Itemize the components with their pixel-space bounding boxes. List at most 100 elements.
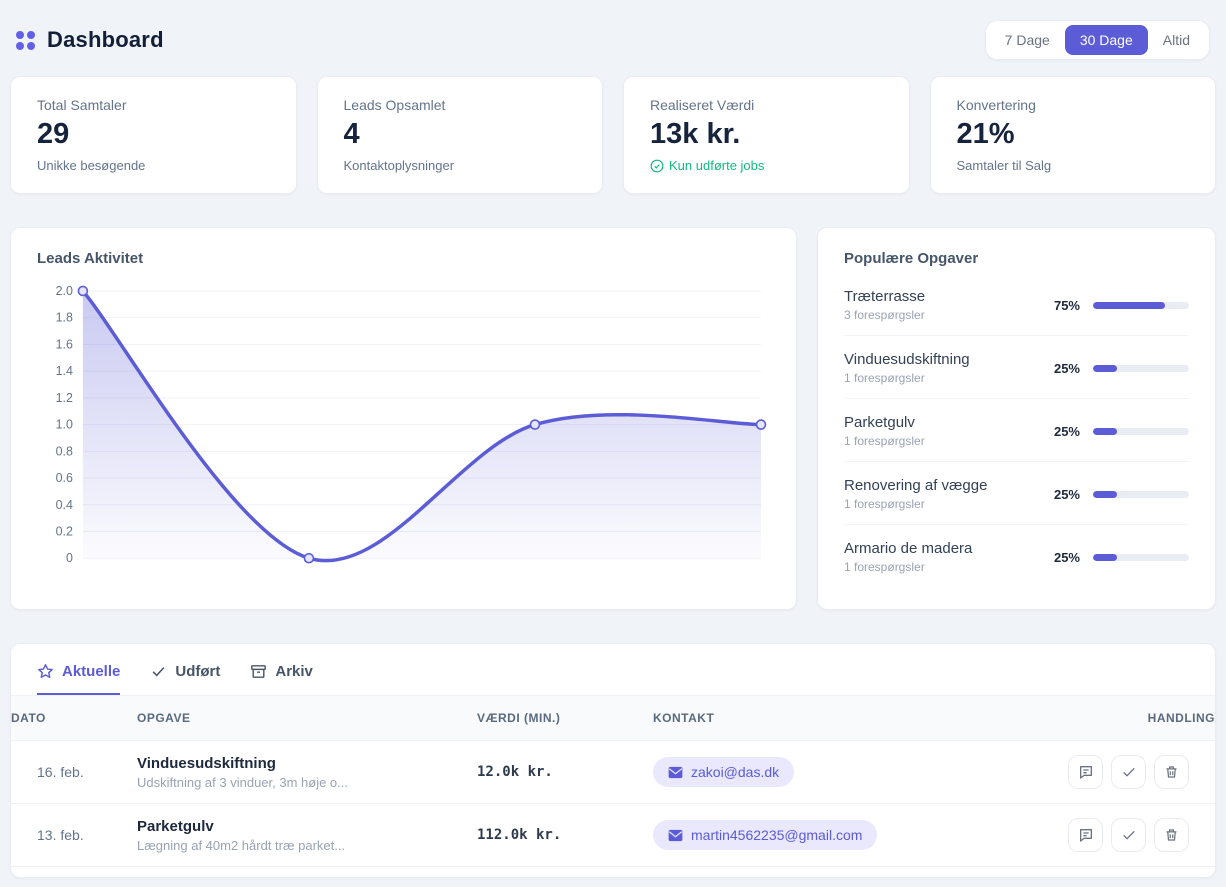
contact-email-pill[interactable]: martin4562235@gmail.com bbox=[653, 820, 877, 850]
stat-subtext: Kontaktoplysninger bbox=[344, 158, 577, 173]
tasks-table: DATO OPGAVE VÆRDI (MIN.) KONTAKT HANDLIN… bbox=[11, 696, 1215, 867]
tab-udført[interactable]: Udført bbox=[150, 663, 220, 695]
time-filter-7-dage[interactable]: 7 Dage bbox=[990, 25, 1065, 55]
delete-button[interactable] bbox=[1154, 755, 1189, 789]
popular-task-stats: 25% bbox=[1046, 361, 1189, 376]
archive-icon bbox=[250, 663, 267, 680]
leads-activity-card: Leads Aktivitet 2.01.81.61.41.21.00.80.6… bbox=[10, 227, 797, 610]
popular-task-info: Parketgulv 1 forespørgsler bbox=[844, 414, 925, 448]
popular-task-name: Parketgulv bbox=[844, 414, 925, 431]
chart-ytick-label: 0.8 bbox=[56, 444, 73, 458]
popular-tasks-list: Træterrasse 3 forespørgsler 75% Vinduesu… bbox=[844, 273, 1189, 587]
page-title: Dashboard bbox=[47, 27, 164, 53]
chart-ytick-label: 1.4 bbox=[56, 364, 73, 378]
envelope-icon bbox=[668, 829, 683, 842]
tab-aktuelle[interactable]: Aktuelle bbox=[37, 663, 120, 695]
stat-subtext-label: Samtaler til Salg bbox=[957, 158, 1052, 173]
stat-subtext: Samtaler til Salg bbox=[957, 158, 1190, 173]
chart-ytick-label: 0.6 bbox=[56, 471, 73, 485]
check-icon bbox=[1121, 827, 1137, 843]
stat-value: 29 bbox=[37, 118, 270, 151]
stat-subtext: Kun udførte jobs bbox=[650, 158, 883, 173]
tasks-tabs: Aktuelle Udført Arkiv bbox=[11, 644, 1215, 696]
message-icon bbox=[1078, 827, 1094, 843]
popular-task-stats: 75% bbox=[1046, 298, 1189, 313]
check-circle-icon bbox=[650, 159, 664, 173]
chart-ytick-label: 0.2 bbox=[56, 524, 73, 538]
row-actions bbox=[1065, 818, 1215, 852]
page-header: Dashboard 7 Dage30 DageAltid bbox=[10, 0, 1216, 76]
popular-task-item: Armario de madera 1 forespørgsler 25% bbox=[844, 525, 1189, 587]
popular-task-item: Vinduesudskiftning 1 forespørgsler 25% bbox=[844, 336, 1189, 399]
popular-task-name: Renovering af vægge bbox=[844, 477, 987, 494]
popular-task-info: Træterrasse 3 forespørgsler bbox=[844, 288, 925, 322]
complete-button[interactable] bbox=[1111, 818, 1146, 852]
popular-task-stats: 25% bbox=[1046, 487, 1189, 502]
popular-task-progressbar bbox=[1093, 428, 1189, 435]
row-actions bbox=[1065, 755, 1215, 789]
contact-email-pill[interactable]: zakoi@das.dk bbox=[653, 757, 794, 787]
column-header-vaerdi: VÆRDI (MIN.) bbox=[477, 696, 653, 740]
main-row: Leads Aktivitet 2.01.81.61.41.21.00.80.6… bbox=[10, 227, 1216, 610]
popular-task-name: Vinduesudskiftning bbox=[844, 351, 970, 368]
column-header-kontakt: KONTAKT bbox=[653, 696, 1065, 740]
stat-card: Total Samtaler 29 Unikke besøgende bbox=[10, 76, 297, 194]
column-header-dato: DATO bbox=[11, 696, 137, 740]
contact-email: martin4562235@gmail.com bbox=[691, 827, 862, 843]
time-filter-30-dage[interactable]: 30 Dage bbox=[1065, 25, 1148, 55]
contact-email: zakoi@das.dk bbox=[691, 764, 779, 780]
tab-label: Aktuelle bbox=[62, 663, 120, 680]
stat-label: Realiseret Værdi bbox=[650, 97, 883, 113]
chart-data-point bbox=[304, 554, 313, 563]
popular-tasks-card: Populære Opgaver Træterrasse 3 forespørg… bbox=[817, 227, 1216, 610]
cell-date: 16. feb. bbox=[11, 764, 137, 780]
complete-button[interactable] bbox=[1111, 755, 1146, 789]
chart-data-point bbox=[530, 420, 539, 429]
popular-task-name: Armario de madera bbox=[844, 540, 972, 557]
tasks-table-card: Aktuelle Udført Arkiv DATO OPGAVE VÆRDI (M… bbox=[10, 643, 1216, 878]
delete-button[interactable] bbox=[1154, 818, 1189, 852]
chart-ytick-label: 1.6 bbox=[56, 337, 73, 351]
popular-task-percent: 75% bbox=[1046, 298, 1080, 313]
chart-ytick-label: 1.2 bbox=[56, 391, 73, 405]
time-filter-altid[interactable]: Altid bbox=[1148, 25, 1205, 55]
tab-label: Udført bbox=[175, 663, 220, 680]
stat-label: Leads Opsamlet bbox=[344, 97, 577, 113]
message-icon bbox=[1078, 764, 1094, 780]
cell-date: 13. feb. bbox=[11, 827, 137, 843]
table-body: 16. feb. Vinduesudskiftning Udskiftning … bbox=[11, 741, 1215, 867]
popular-task-requests: 1 forespørgsler bbox=[844, 371, 970, 385]
tab-arkiv[interactable]: Arkiv bbox=[250, 663, 313, 695]
stat-value: 21% bbox=[957, 118, 1190, 151]
chart-ytick-label: 2.0 bbox=[56, 284, 73, 298]
chart-ytick-label: 1.8 bbox=[56, 311, 73, 325]
stat-card: Leads Opsamlet 4 Kontaktoplysninger bbox=[317, 76, 604, 194]
cell-contact: martin4562235@gmail.com bbox=[653, 820, 1065, 850]
stat-label: Konvertering bbox=[957, 97, 1190, 113]
leads-activity-chart: 2.01.81.61.41.21.00.80.60.40.20 bbox=[37, 277, 770, 578]
stat-value: 4 bbox=[344, 118, 577, 151]
tab-label: Arkiv bbox=[275, 663, 313, 680]
trash-icon bbox=[1164, 764, 1179, 780]
popular-task-progressbar bbox=[1093, 491, 1189, 498]
check-icon bbox=[150, 663, 167, 680]
popular-task-stats: 25% bbox=[1046, 550, 1189, 565]
popular-task-stats: 25% bbox=[1046, 424, 1189, 439]
time-range-selector: 7 Dage30 DageAltid bbox=[985, 20, 1210, 60]
comment-button[interactable] bbox=[1068, 818, 1103, 852]
column-header-handling: HANDLING bbox=[1065, 696, 1215, 740]
stat-subtext-label: Kontaktoplysninger bbox=[344, 158, 455, 173]
chart-data-point bbox=[78, 286, 87, 295]
cell-contact: zakoi@das.dk bbox=[653, 757, 1065, 787]
popular-task-percent: 25% bbox=[1046, 361, 1080, 376]
popular-task-info: Armario de madera 1 forespørgsler bbox=[844, 540, 972, 574]
stat-card: Konvertering 21% Samtaler til Salg bbox=[930, 76, 1217, 194]
popular-task-item: Renovering af vægge 1 forespørgsler 25% bbox=[844, 462, 1189, 525]
popular-task-name: Træterrasse bbox=[844, 288, 925, 305]
popular-task-item: Træterrasse 3 forespørgsler 75% bbox=[844, 273, 1189, 336]
comment-button[interactable] bbox=[1068, 755, 1103, 789]
popular-task-info: Renovering af vægge 1 forespørgsler bbox=[844, 477, 987, 511]
cell-value: 112.0k kr. bbox=[477, 827, 653, 843]
popular-task-requests: 3 forespørgsler bbox=[844, 308, 925, 322]
table-row: 16. feb. Vinduesudskiftning Udskiftning … bbox=[11, 741, 1215, 804]
